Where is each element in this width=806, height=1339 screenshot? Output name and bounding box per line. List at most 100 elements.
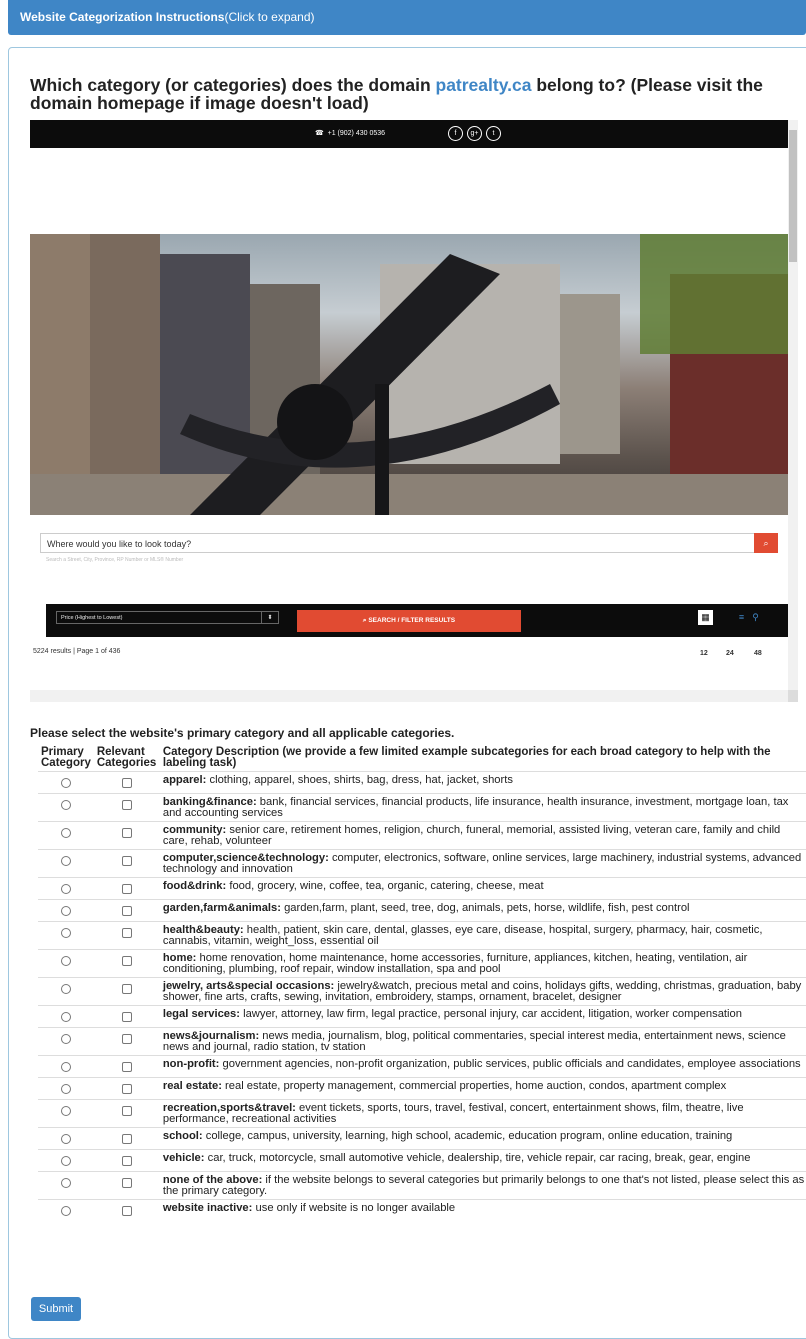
category-description: website inactive: use only if website is…: [159, 1199, 806, 1221]
primary-radio[interactable]: [60, 1106, 71, 1116]
website-preview-frame: ☎ +1 (902) 430 0536 f g+ t Where would y…: [30, 120, 798, 702]
search-icon: ⌕: [362, 617, 367, 624]
primary-radio[interactable]: [60, 906, 71, 916]
relevant-checkbox[interactable]: [121, 984, 132, 994]
category-description: recreation,sports&travel: event tickets,…: [159, 1099, 806, 1128]
primary-radio[interactable]: [60, 1062, 71, 1072]
relevant-checkbox[interactable]: [121, 1084, 132, 1094]
selection-instructions: Please select the website's primary cate…: [30, 726, 455, 740]
relevant-checkbox[interactable]: [121, 828, 132, 838]
relevant-cell: [93, 1149, 160, 1172]
relevant-cell: [93, 949, 160, 978]
primary-radio[interactable]: [60, 1178, 71, 1188]
primary-cell: [38, 1055, 94, 1078]
hero-photo-illustration: [30, 234, 788, 515]
per-page-48[interactable]: 48: [754, 650, 762, 657]
instructions-toggle-bar[interactable]: Website Categorization Instructions(Clic…: [8, 0, 806, 35]
primary-radio[interactable]: [60, 984, 71, 994]
category-name: school:: [162, 1130, 203, 1142]
primary-cell: [38, 1149, 94, 1172]
relevant-checkbox[interactable]: [121, 856, 132, 866]
primary-radio[interactable]: [60, 828, 71, 838]
site-phone: ☎ +1 (902) 430 0536: [315, 129, 385, 137]
primary-radio[interactable]: [60, 1134, 71, 1144]
site-filter-bar: Price (Highest to Lowest) ⬍ ⌕ SEARCH / F…: [46, 604, 788, 637]
table-row: school: college, campus, university, lea…: [38, 1127, 806, 1150]
category-examples: health, patient, skin care, dental, glas…: [162, 924, 763, 947]
primary-radio[interactable]: [60, 1084, 71, 1094]
category-examples: clothing, apparel, shoes, shirts, bag, d…: [206, 774, 513, 786]
category-description: legal services: lawyer, attorney, law fi…: [159, 1005, 806, 1028]
relevant-cell: [93, 1055, 160, 1078]
col-primary-header: Primary Category: [41, 746, 91, 769]
submit-button[interactable]: Submit: [31, 1297, 81, 1321]
filter-results-label: SEARCH / FILTER RESULTS: [368, 617, 456, 624]
map-view-icon[interactable]: ⚲: [748, 610, 763, 625]
relevant-checkbox[interactable]: [121, 928, 132, 938]
category-name: vehicle:: [162, 1152, 205, 1164]
primary-radio[interactable]: [60, 800, 71, 810]
sort-select[interactable]: Price (Highest to Lowest) ⬍: [56, 611, 279, 624]
filter-results-button[interactable]: ⌕ SEARCH / FILTER RESULTS: [297, 610, 521, 632]
primary-radio[interactable]: [60, 884, 71, 894]
relevant-checkbox[interactable]: [121, 1178, 132, 1188]
vertical-scrollbar[interactable]: [788, 120, 798, 690]
list-view-icon[interactable]: ≡: [734, 610, 749, 625]
table-row: garden,farm&animals: garden,farm, plant,…: [38, 899, 806, 922]
site-search-button[interactable]: ⌕: [754, 533, 778, 553]
table-row: website inactive: use only if website is…: [38, 1199, 806, 1221]
relevant-checkbox[interactable]: [121, 1106, 132, 1116]
category-description: school: college, campus, university, lea…: [159, 1127, 806, 1150]
instructions-title[interactable]: Website Categorization Instructions: [20, 10, 224, 24]
table-row: real estate: real estate, property manag…: [38, 1077, 806, 1100]
primary-radio[interactable]: [60, 1206, 71, 1216]
relevant-checkbox[interactable]: [121, 956, 132, 966]
relevant-checkbox[interactable]: [121, 778, 132, 788]
primary-radio[interactable]: [60, 856, 71, 866]
relevant-checkbox[interactable]: [121, 1156, 132, 1166]
relevant-cell: [93, 821, 160, 850]
per-page-12[interactable]: 12: [700, 650, 708, 657]
grid-view-icon[interactable]: ▦: [698, 610, 713, 625]
site-search-input[interactable]: Where would you like to look today?: [40, 533, 764, 553]
category-examples: lawyer, attorney, law firm, legal practi…: [239, 1008, 742, 1020]
col-relevant-header: Relevant Categories: [96, 746, 157, 769]
category-table: Primary Category Relevant Categories Cat…: [38, 746, 806, 1221]
primary-radio[interactable]: [60, 1012, 71, 1022]
domain-link[interactable]: patrealty.ca: [436, 75, 532, 95]
primary-cell: [38, 899, 94, 922]
relevant-checkbox[interactable]: [121, 1034, 132, 1044]
google-plus-icon[interactable]: g+: [467, 126, 482, 141]
table-row: jewelry, arts&special occasions: jewelry…: [38, 977, 806, 1006]
horizontal-scrollbar[interactable]: [30, 690, 788, 702]
relevant-checkbox[interactable]: [121, 800, 132, 810]
relevant-checkbox[interactable]: [121, 906, 132, 916]
relevant-checkbox[interactable]: [121, 1012, 132, 1022]
scrollbar-corner: [788, 690, 798, 702]
sort-arrows-icon: ⬍: [261, 612, 278, 623]
relevant-checkbox[interactable]: [121, 1134, 132, 1144]
primary-radio[interactable]: [60, 778, 71, 788]
category-examples: college, campus, university, learning, h…: [202, 1130, 733, 1142]
primary-radio[interactable]: [60, 1156, 71, 1166]
primary-radio[interactable]: [60, 1034, 71, 1044]
primary-radio[interactable]: [60, 928, 71, 938]
category-examples: bank, financial services, financial prod…: [162, 796, 789, 819]
primary-cell: [38, 1077, 94, 1100]
primary-radio[interactable]: [60, 956, 71, 966]
category-examples: home renovation, home maintenance, home …: [162, 952, 748, 975]
relevant-checkbox[interactable]: [121, 884, 132, 894]
relevant-checkbox[interactable]: [121, 1206, 132, 1216]
expand-hint[interactable]: (Click to expand): [224, 10, 314, 24]
category-description: banking&finance: bank, financial service…: [159, 793, 806, 822]
relevant-checkbox[interactable]: [121, 1062, 132, 1072]
primary-cell: [38, 1005, 94, 1028]
relevant-cell: [93, 1127, 160, 1150]
table-row: banking&finance: bank, financial service…: [38, 793, 806, 822]
vertical-scrollbar-thumb[interactable]: [789, 130, 797, 262]
category-description: vehicle: car, truck, motorcycle, small a…: [159, 1149, 806, 1172]
facebook-icon[interactable]: f: [448, 126, 463, 141]
twitter-icon[interactable]: t: [486, 126, 501, 141]
per-page-24[interactable]: 24: [726, 650, 734, 657]
relevant-cell: [93, 1099, 160, 1128]
